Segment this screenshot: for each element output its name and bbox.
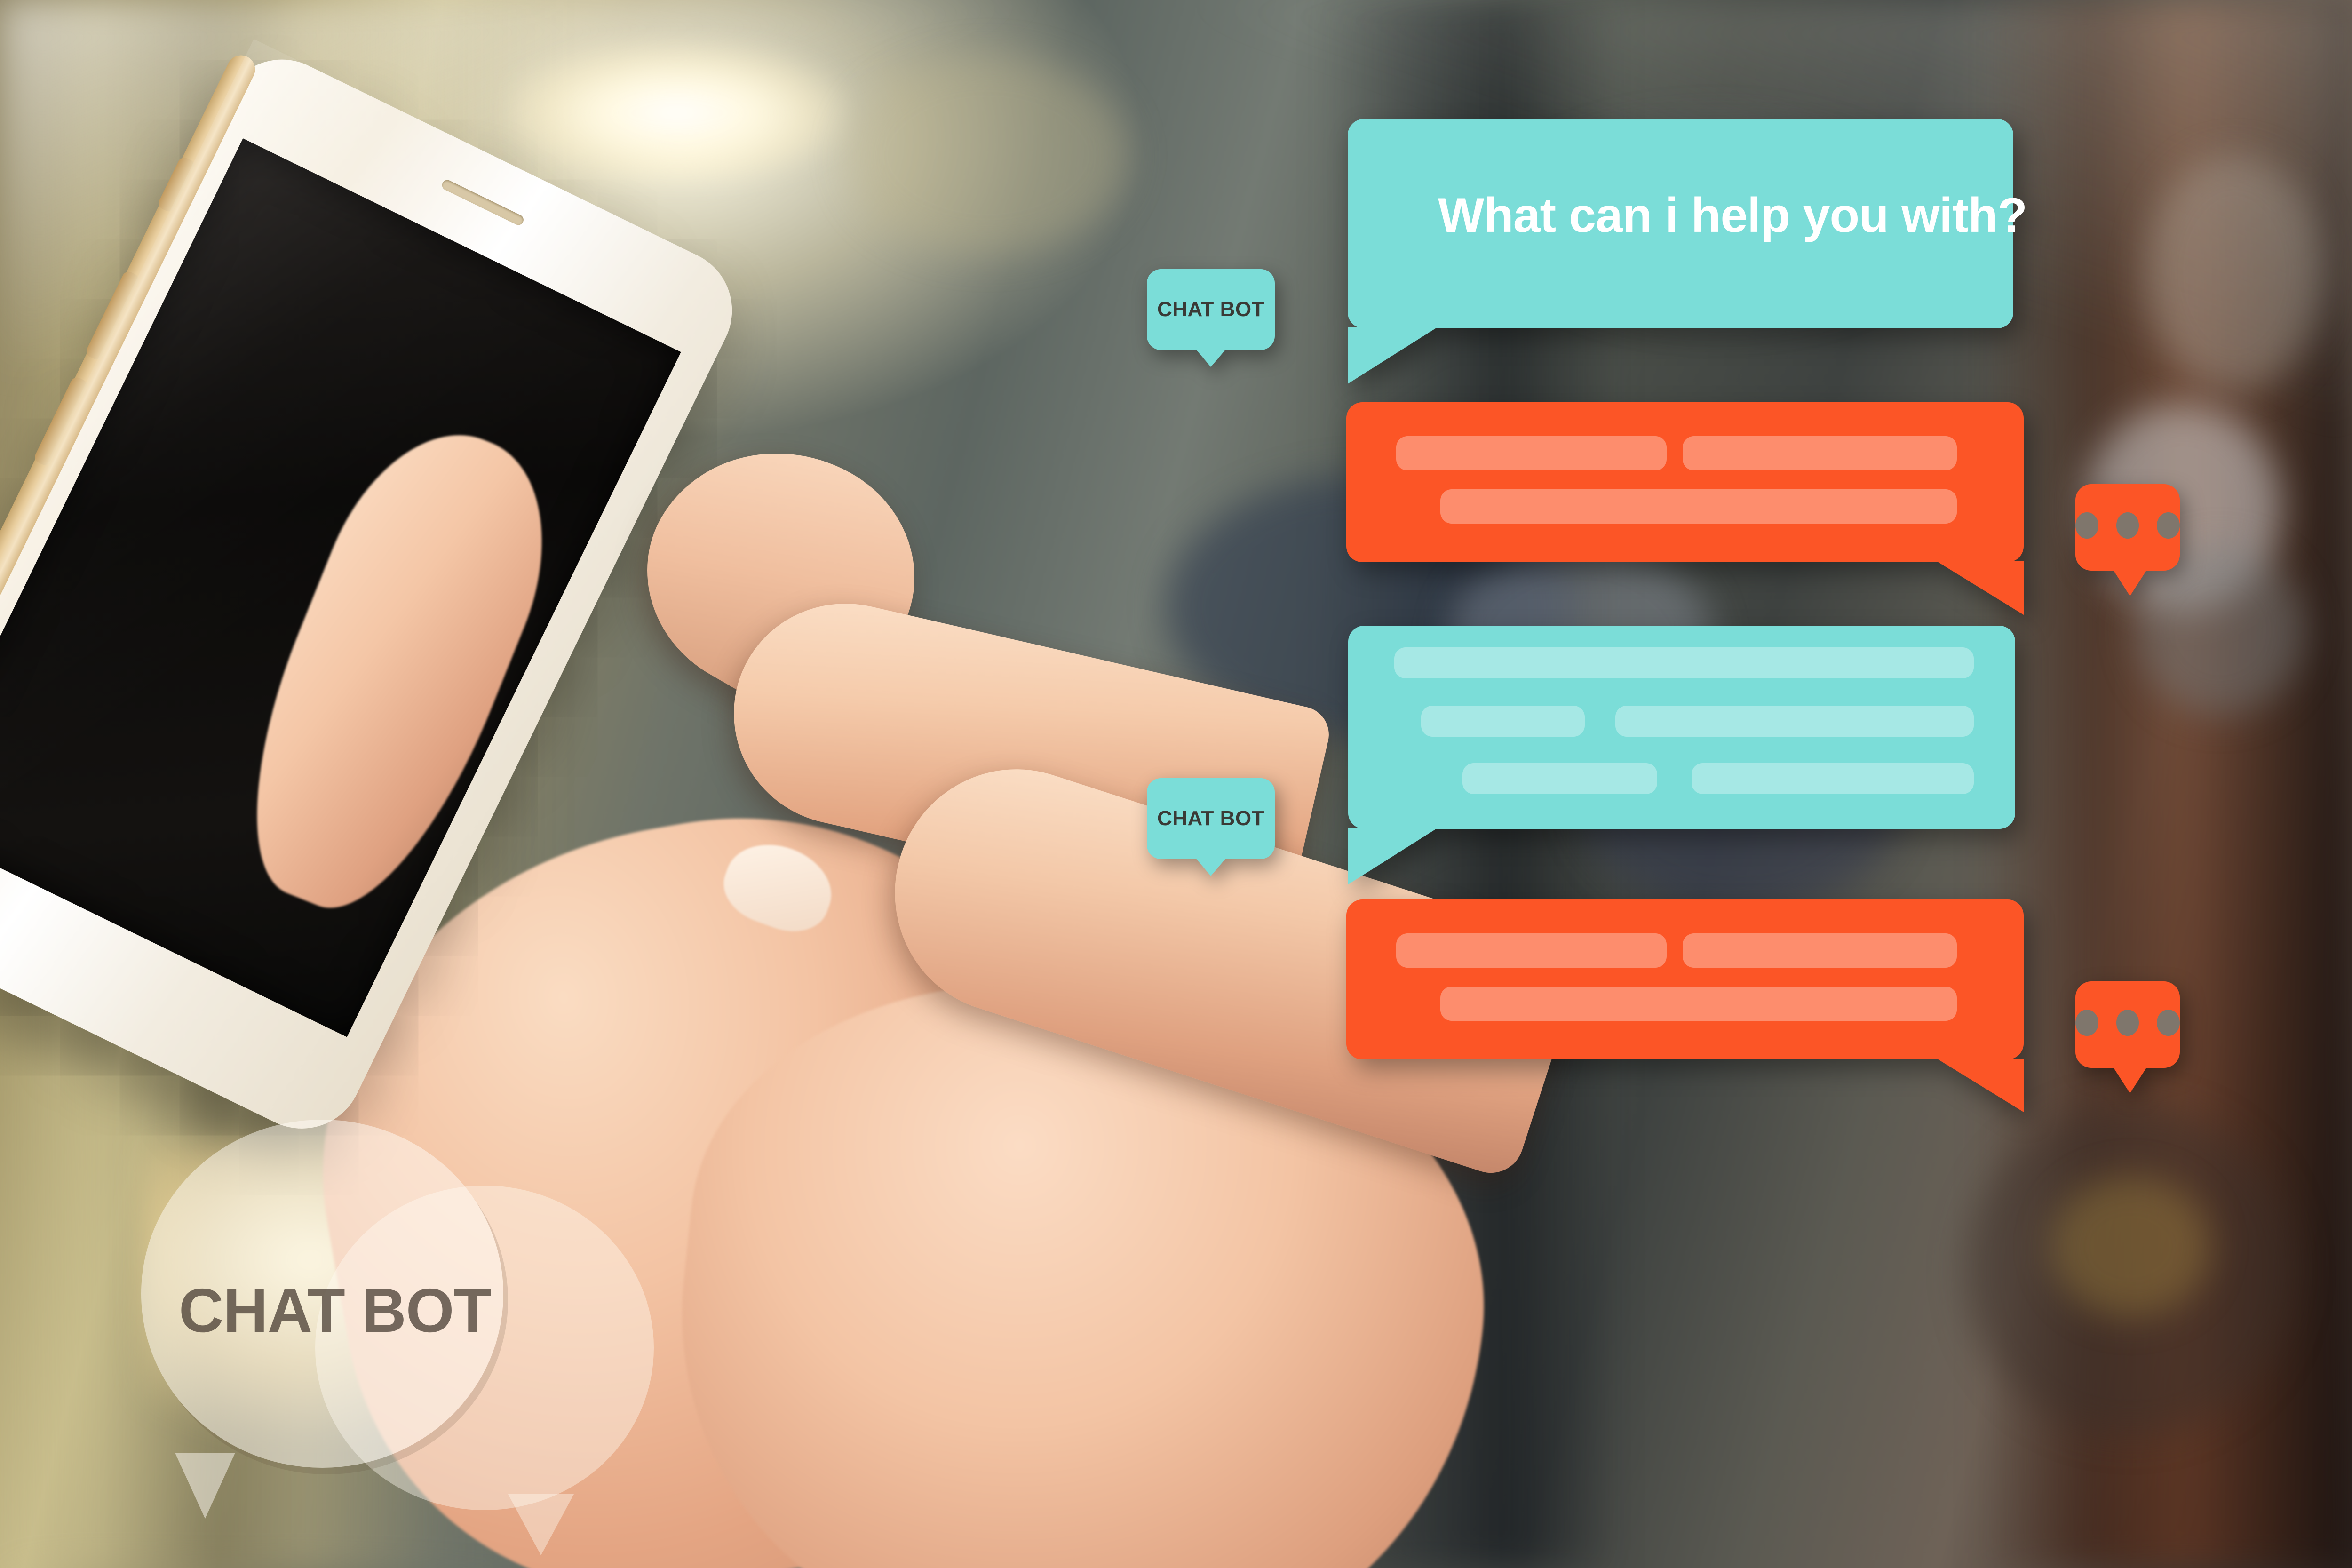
bubble-tail xyxy=(2113,570,2147,596)
chat-bot-tag-1-label: CHAT BOT xyxy=(1157,298,1265,321)
bubble-tail xyxy=(1937,1059,2024,1112)
typing-dot xyxy=(2116,512,2139,539)
chat-bot-logo: CHAT BOT xyxy=(141,1120,729,1555)
chat-bot-tag-1: CHAT BOT xyxy=(1147,269,1275,367)
placeholder-bar xyxy=(1692,763,1974,794)
placeholder-bar xyxy=(1440,489,1957,524)
chat-bot-tag-2: CHAT BOT xyxy=(1147,778,1275,876)
typing-dot xyxy=(2075,512,2098,539)
placeholder-bar xyxy=(1394,647,1974,678)
placeholder-bar xyxy=(1396,436,1667,470)
logo-label: CHAT BOT xyxy=(179,1276,492,1345)
chat-bubble-bot-1-text: What can i help you with? xyxy=(1438,188,2027,243)
logo-bubble-tail xyxy=(508,1494,574,1555)
placeholder-bar xyxy=(1421,706,1585,737)
typing-dot xyxy=(2116,1010,2139,1036)
chat-bubble-user-1[interactable] xyxy=(1346,402,2024,615)
bubble-tail xyxy=(1348,327,1437,384)
typing-dot xyxy=(2157,512,2180,539)
typing-indicator-1 xyxy=(2075,484,2180,596)
chat-bubble-bot-1[interactable]: What can i help you with? xyxy=(1348,119,2027,384)
typing-indicator-2 xyxy=(2075,981,2180,1093)
chat-bot-tag-2-label: CHAT BOT xyxy=(1157,807,1265,830)
scene-canvas: What can i help you with? CHAT BOT CHAT … xyxy=(0,0,2352,1568)
typing-dots xyxy=(2075,1010,2180,1036)
typing-dot xyxy=(2157,1010,2180,1036)
bubble-tail xyxy=(1937,561,2024,615)
placeholder-bar xyxy=(1462,763,1657,794)
placeholder-bar xyxy=(1683,436,1957,470)
typing-dot xyxy=(2075,1010,2098,1036)
chat-bubble-user-2[interactable] xyxy=(1346,899,2024,1112)
logo-bubble-tail xyxy=(175,1453,235,1519)
bubble-tail xyxy=(1348,828,1438,884)
chat-bubble-bot-2[interactable] xyxy=(1348,626,2015,884)
tag-tail xyxy=(1195,857,1227,876)
bubble-tail xyxy=(2113,1067,2147,1093)
placeholder-bar xyxy=(1683,933,1957,968)
tag-tail xyxy=(1195,348,1227,367)
placeholder-bar xyxy=(1396,933,1667,968)
placeholder-bar xyxy=(1615,706,1974,737)
typing-dots xyxy=(2075,512,2180,539)
placeholder-bar xyxy=(1440,987,1957,1021)
